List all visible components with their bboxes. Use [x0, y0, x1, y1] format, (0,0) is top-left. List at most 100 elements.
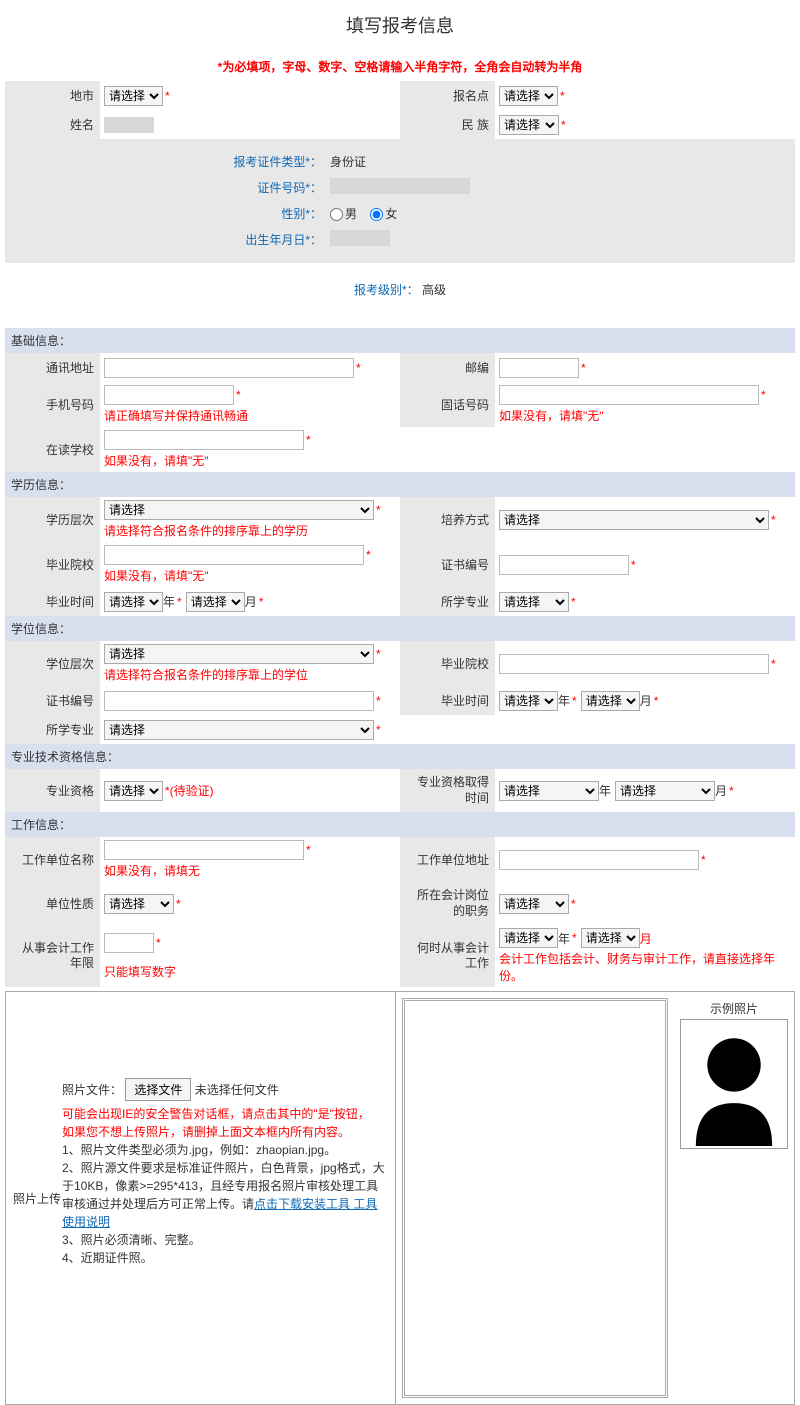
select-pro-year[interactable]: 请选择 — [499, 781, 599, 801]
label-zip: 邮编 — [400, 353, 495, 382]
label-name: 姓名 — [5, 110, 100, 139]
input-degree-school[interactable] — [499, 654, 769, 674]
section-pro: 专业技术资格信息： — [5, 744, 795, 769]
label-edu-cert: 证书编号 — [400, 542, 495, 587]
label-id-type: 报考证件类型*： — [10, 153, 330, 170]
select-pro-qual[interactable]: 请选择 — [104, 781, 163, 801]
input-tel[interactable] — [499, 385, 759, 405]
label-gender: 性别*： — [10, 205, 330, 222]
select-pro-month[interactable]: 请选择 — [615, 781, 715, 801]
photo-warn1: 可能会出现IE的安全警告对话框，请点击其中的"是"按钮， — [62, 1105, 389, 1123]
label-grad-time: 毕业时间 — [5, 587, 100, 616]
photo-section: 照片上传 照片文件： 选择文件 未选择任何文件 可能会出现IE的安全警告对话框，… — [5, 991, 795, 1405]
select-work-position[interactable]: 请选择 — [499, 894, 569, 914]
select-work-start-month[interactable]: 请选择 — [581, 928, 640, 948]
hint-grad-school: 如果没有，请填"无" — [104, 567, 396, 584]
photo-req1: 1、照片文件类型必须为.jpg，例如：zhaopian.jpg。 — [62, 1141, 389, 1159]
input-grad-school[interactable] — [104, 545, 364, 565]
label-reg-point: 报名点 — [400, 81, 495, 110]
select-edu-mode[interactable]: 请选择 — [499, 510, 769, 530]
select-work-start-year[interactable]: 请选择 — [499, 928, 558, 948]
label-tel: 固话号码 — [400, 382, 495, 427]
radio-female[interactable] — [370, 208, 383, 221]
label-pro-qual: 专业资格 — [5, 769, 100, 812]
section-work: 工作信息： — [5, 812, 795, 837]
required-warning: *为必填项，字母、数字、空格请输入半角字符，全角会自动转为半角 — [5, 58, 795, 81]
label-addr: 通讯地址 — [5, 353, 100, 382]
label-degree-level: 学位层次 — [5, 641, 100, 686]
id-type-value: 身份证 — [330, 153, 790, 170]
sample-photo-box — [680, 1019, 788, 1149]
hint-tel: 如果没有，请填"无" — [499, 407, 791, 424]
label-work-nature: 单位性质 — [5, 882, 100, 925]
exam-level-block: 报考级别*： 高级 — [5, 263, 795, 328]
input-zip[interactable] — [499, 358, 579, 378]
label-work-start: 何时从事会计工作 — [400, 925, 495, 987]
label-dob: 出生年月日*： — [10, 231, 330, 248]
input-mobile[interactable] — [104, 385, 234, 405]
hint-edu-level: 请选择符合报名条件的排序靠上的学历 — [104, 522, 396, 539]
id-info-block: 报考证件类型*： 身份证 证件号码*： 性别*： 男 女 出生年月日*： — [5, 139, 795, 263]
label-photo-file: 照片文件： — [62, 1083, 122, 1097]
select-degree-major[interactable]: 请选择 — [104, 720, 374, 740]
label-degree-cert: 证书编号 — [5, 686, 100, 715]
photo-req2-wrap: 2、照片源文件要求是标准证件照片，白色背景，jpg格式，大于10KB，像素>=2… — [62, 1159, 389, 1231]
choose-file-button[interactable]: 选择文件 — [125, 1078, 191, 1101]
radio-male[interactable] — [330, 208, 343, 221]
label-work-position: 所在会计岗位的职务 — [400, 882, 495, 925]
label-edu-major: 所学专业 — [400, 587, 495, 616]
radio-male-label[interactable]: 男 — [330, 207, 357, 221]
input-work-years[interactable] — [104, 933, 154, 953]
label-exam-level: 报考级别*： — [354, 283, 419, 297]
input-school[interactable] — [104, 430, 304, 450]
photo-preview-box — [402, 998, 668, 1398]
hint-work-unit: 如果没有，请填无 — [104, 862, 396, 879]
label-work-years: 从事会计工作年限 — [5, 925, 100, 987]
hint-work-years: 只能填写数字 — [104, 963, 396, 980]
hint-degree-level: 请选择符合报名条件的排序靠上的学位 — [104, 666, 396, 683]
radio-female-label[interactable]: 女 — [370, 207, 397, 221]
select-edu-level[interactable]: 请选择 — [104, 500, 374, 520]
label-degree-school: 毕业院校 — [400, 641, 495, 686]
page-title: 填写报考信息 — [5, 0, 795, 58]
section-basic: 基础信息： — [5, 328, 795, 353]
photo-warn2: 如果您不想上传照片，请删掉上面文本框内所有内容。 — [62, 1123, 389, 1141]
select-degree-year[interactable]: 请选择 — [499, 691, 558, 711]
select-grad-month[interactable]: 请选择 — [186, 592, 245, 612]
label-grad-school: 毕业院校 — [5, 542, 100, 587]
photo-req4: 4、近期证件照。 — [62, 1249, 389, 1267]
select-degree-level[interactable]: 请选择 — [104, 644, 374, 664]
exam-level-value: 高级 — [422, 283, 446, 297]
select-grad-year[interactable]: 请选择 — [104, 592, 163, 612]
hint-work-start: 会计工作包括会计、财务与审计工作，请直接选择年份。 — [499, 950, 791, 984]
label-edu-mode: 培养方式 — [400, 497, 495, 542]
input-addr[interactable] — [104, 358, 354, 378]
label-school: 在读学校 — [5, 427, 100, 472]
no-file-text: 未选择任何文件 — [195, 1083, 279, 1097]
label-degree-major: 所学专业 — [5, 715, 100, 744]
input-work-unit[interactable] — [104, 840, 304, 860]
label-edu-level: 学历层次 — [5, 497, 100, 542]
hint-mobile: 请正确填写并保持通讯畅通 — [104, 407, 396, 424]
select-work-nature[interactable]: 请选择 — [104, 894, 174, 914]
section-degree: 学位信息： — [5, 616, 795, 641]
label-ethnic: 民 族 — [400, 110, 495, 139]
select-edu-major[interactable]: 请选择 — [499, 592, 569, 612]
label-photo-upload: 照片上传 — [12, 998, 62, 1398]
label-id-no: 证件号码*： — [10, 179, 330, 196]
select-ethnic[interactable]: 请选择 — [499, 115, 559, 135]
avatar-icon — [683, 1022, 785, 1146]
input-work-addr[interactable] — [499, 850, 699, 870]
select-reg-point[interactable]: 请选择 — [499, 86, 558, 106]
select-degree-month[interactable]: 请选择 — [581, 691, 640, 711]
input-degree-cert[interactable] — [104, 691, 374, 711]
select-city[interactable]: 请选择 — [104, 86, 163, 106]
dob-value — [330, 230, 390, 246]
label-city: 地市 — [5, 81, 100, 110]
label-pro-time: 专业资格取得时间 — [400, 769, 495, 812]
id-no-value — [330, 178, 470, 194]
label-mobile: 手机号码 — [5, 382, 100, 427]
label-work-addr: 工作单位地址 — [400, 837, 495, 882]
label-work-unit: 工作单位名称 — [5, 837, 100, 882]
input-edu-cert[interactable] — [499, 555, 629, 575]
